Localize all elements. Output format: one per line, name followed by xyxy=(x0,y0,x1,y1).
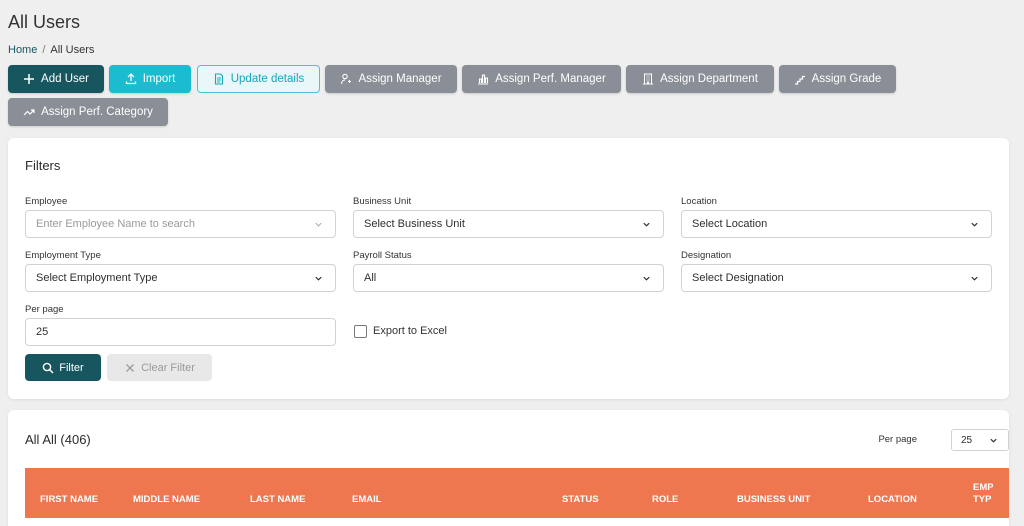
chevron-down-icon xyxy=(643,222,650,227)
column-header-emp-type[interactable]: EMP TYP xyxy=(973,482,993,506)
designation-label: Designation xyxy=(681,250,732,261)
filter-button-label: Filter xyxy=(59,361,84,374)
column-header-location[interactable]: LOCATION xyxy=(868,494,917,505)
assign-department-button[interactable]: Assign Department xyxy=(626,65,774,93)
chevron-down-icon xyxy=(990,438,997,443)
employee-label: Employee xyxy=(25,196,68,207)
designation-value: Select Designation xyxy=(692,272,784,284)
close-icon xyxy=(126,363,135,372)
filters-title: Filters xyxy=(25,158,61,173)
designation-select[interactable]: Select Designation xyxy=(681,264,992,292)
update-details-button[interactable]: Update details xyxy=(197,65,320,93)
payroll-status-value: All xyxy=(364,272,377,284)
business-unit-label: Business Unit xyxy=(353,196,412,207)
payroll-status-select[interactable]: All xyxy=(353,264,664,292)
clear-filter-label: Clear Filter xyxy=(141,361,195,374)
column-header-last-name[interactable]: LAST NAME xyxy=(250,494,305,505)
breadcrumb-current: All Users xyxy=(50,44,95,56)
employee-search-select[interactable]: Enter Employee Name to search xyxy=(25,210,336,238)
import-label: Import xyxy=(142,73,176,85)
assign-manager-label: Assign Manager xyxy=(358,73,442,85)
employment-type-value: Select Employment Type xyxy=(36,272,158,284)
assign-department-label: Assign Department xyxy=(660,73,758,85)
clear-filter-button[interactable]: Clear Filter xyxy=(107,354,212,381)
breadcrumb-separator: / xyxy=(42,44,46,56)
assign-grade-label: Assign Grade xyxy=(811,73,882,85)
location-select[interactable]: Select Location xyxy=(681,210,992,238)
chevron-down-icon xyxy=(971,276,978,281)
employment-type-select[interactable]: Select Employment Type xyxy=(25,264,336,292)
user-key-icon xyxy=(341,73,352,85)
document-icon xyxy=(214,73,223,85)
chevron-down-icon xyxy=(315,276,322,281)
search-icon xyxy=(42,362,54,374)
column-header-email[interactable]: EMAIL xyxy=(352,494,382,505)
add-user-button[interactable]: Add User xyxy=(8,65,104,93)
column-header-role[interactable]: ROLE xyxy=(652,494,678,505)
chart-bar-icon xyxy=(478,74,489,85)
list-per-page-select[interactable]: 25 xyxy=(951,429,1009,451)
column-header-middle-name[interactable]: MIDDLE NAME xyxy=(133,494,200,505)
breadcrumb: Home / All Users xyxy=(8,44,94,56)
location-label: Location xyxy=(681,196,717,207)
assign-perf-manager-button[interactable]: Assign Perf. Manager xyxy=(462,65,621,93)
chevron-down-icon xyxy=(971,222,978,227)
chevron-down-icon xyxy=(315,222,322,227)
employment-type-label: Employment Type xyxy=(25,250,101,261)
assign-grade-button[interactable]: Assign Grade xyxy=(779,65,896,93)
chevron-down-icon xyxy=(643,276,650,281)
per-page-input[interactable]: 25 xyxy=(25,318,336,346)
business-unit-value: Select Business Unit xyxy=(364,218,465,230)
trend-up-icon xyxy=(23,109,35,116)
assign-perf-category-label: Assign Perf. Category xyxy=(41,106,153,118)
column-header-business-unit[interactable]: BUSINESS UNIT xyxy=(737,494,810,505)
building-icon xyxy=(643,73,654,85)
per-page-label: Per page xyxy=(25,304,64,315)
assign-perf-manager-label: Assign Perf. Manager xyxy=(495,73,606,85)
list-per-page-label: Per page xyxy=(878,434,917,445)
plus-icon xyxy=(24,74,35,84)
column-header-first-name[interactable]: FIRST NAME xyxy=(40,494,98,505)
upload-icon xyxy=(125,73,136,85)
export-excel-label: Export to Excel xyxy=(373,325,447,337)
assign-manager-button[interactable]: Assign Manager xyxy=(325,65,457,93)
filters-card: Filters Employee Enter Employee Name to … xyxy=(8,138,1009,399)
export-excel-checkbox[interactable] xyxy=(354,325,367,338)
business-unit-select[interactable]: Select Business Unit xyxy=(353,210,664,238)
employee-placeholder: Enter Employee Name to search xyxy=(36,218,195,230)
column-header-status[interactable]: STATUS xyxy=(562,494,599,505)
users-list-card: All All (406) Per page 25 FIRST NAME MID… xyxy=(8,410,1009,526)
assign-perf-category-button[interactable]: Assign Perf. Category xyxy=(8,98,168,126)
update-details-label: Update details xyxy=(230,73,305,85)
table-header: FIRST NAME MIDDLE NAME LAST NAME EMAIL S… xyxy=(25,468,1009,518)
add-user-label: Add User xyxy=(41,73,89,85)
payroll-status-label: Payroll Status xyxy=(353,250,412,261)
import-button[interactable]: Import xyxy=(109,65,191,93)
list-title: All All (406) xyxy=(25,432,91,447)
page-title: All Users xyxy=(8,12,81,32)
list-per-page-value: 25 xyxy=(961,434,973,446)
filter-button[interactable]: Filter xyxy=(25,354,101,381)
steps-icon xyxy=(794,75,805,85)
breadcrumb-home-link[interactable]: Home xyxy=(8,44,37,56)
location-value: Select Location xyxy=(692,218,768,230)
